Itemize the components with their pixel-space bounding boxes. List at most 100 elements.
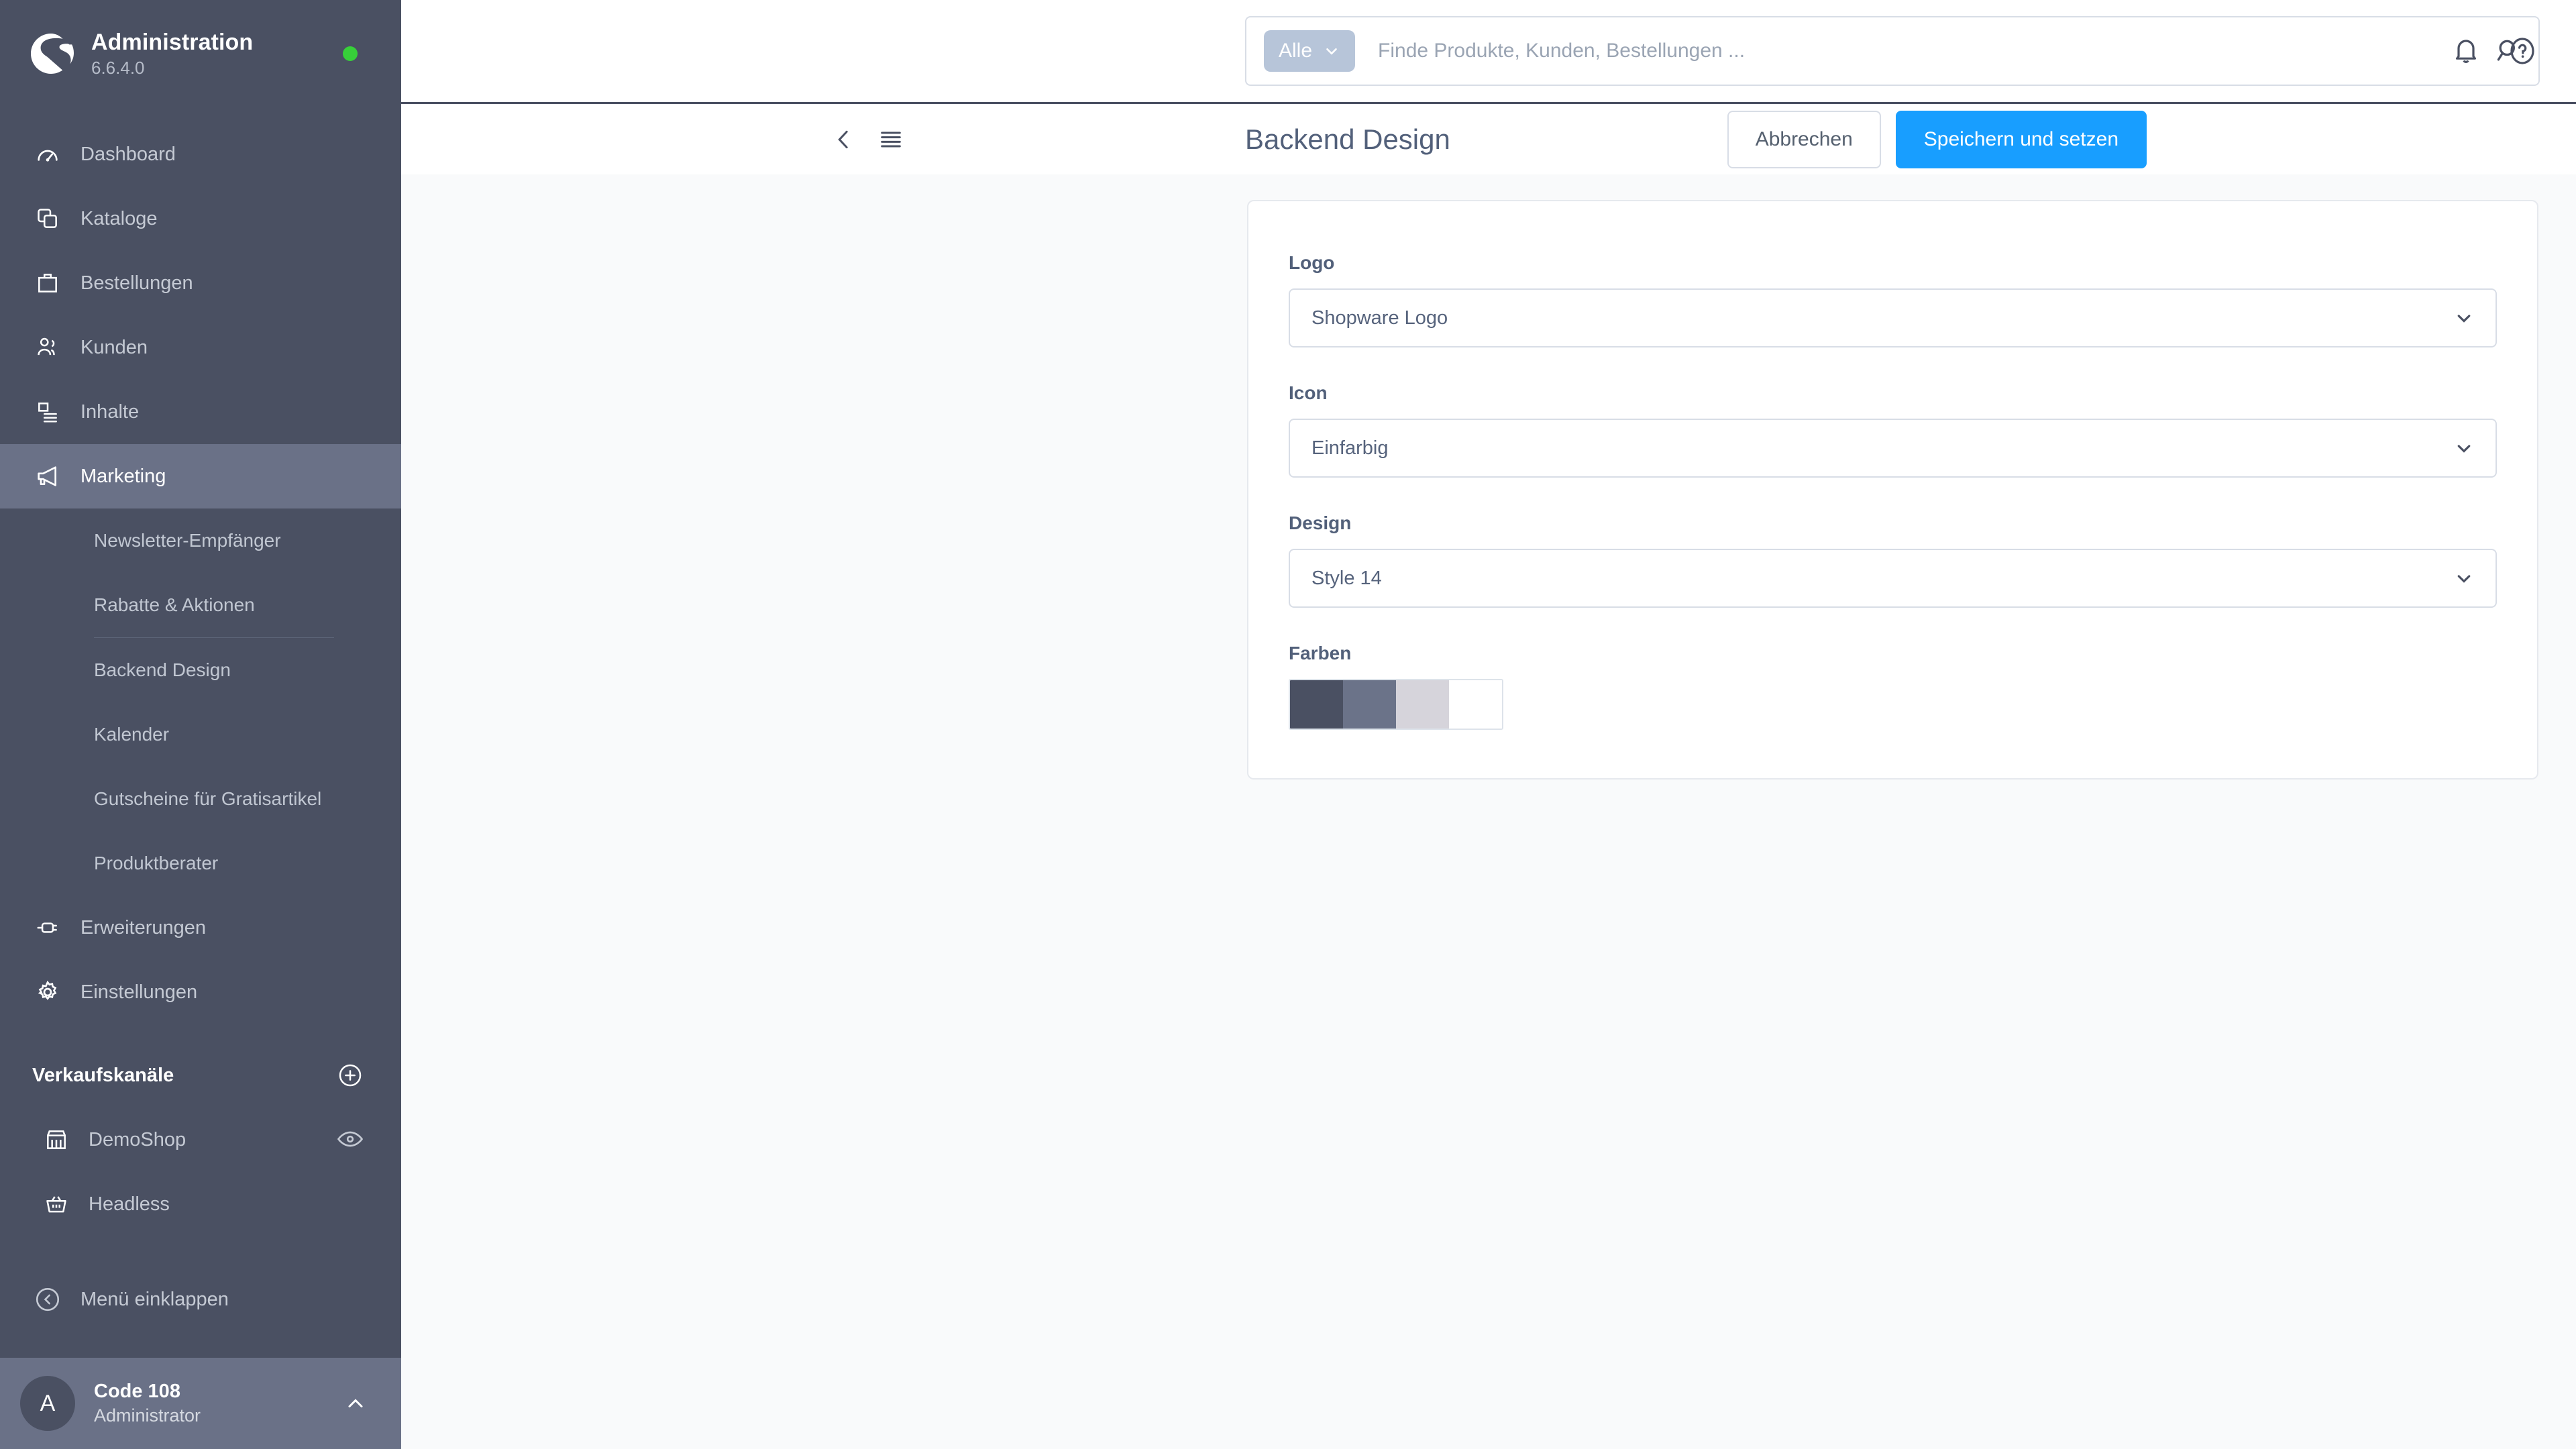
list-menu-icon[interactable] [877, 126, 904, 153]
sidebar-subitem-label: Backend Design [94, 659, 231, 680]
field-design: Design Style 14 [1289, 513, 2497, 608]
page-title: Backend Design [1245, 123, 1450, 155]
cancel-button[interactable]: Abbrechen [1727, 110, 1881, 168]
sidebar-item-einstellungen[interactable]: Einstellungen [0, 960, 401, 1024]
sidebar-item-bestellungen[interactable]: Bestellungen [0, 251, 401, 315]
chevron-up-icon[interactable] [343, 1391, 368, 1415]
sidebar-subitem-rabatte-aktionen[interactable]: Rabatte & Aktionen [0, 573, 401, 637]
topbar: Alle Finde Produkte, Kunden, Bestellunge… [401, 0, 2576, 102]
chevron-left-icon[interactable] [830, 126, 857, 153]
bell-icon[interactable] [2450, 35, 2482, 67]
chevron-down-icon [2453, 437, 2475, 460]
main-area: Alle Finde Produkte, Kunden, Bestellunge… [401, 0, 2576, 1449]
search-scope-label: Alle [1279, 40, 1313, 62]
chevron-left-circle-icon [32, 1284, 63, 1315]
sales-channels-title: Verkaufskanäle [32, 1064, 174, 1086]
collapse-menu-button[interactable]: Menü einklappen [0, 1267, 401, 1332]
dashboard-gauge-icon [32, 139, 63, 170]
page-header-nav [401, 126, 904, 153]
sidebar-subitem-backend-design[interactable]: Backend Design [0, 638, 401, 702]
sidebar-item-erweiterungen[interactable]: Erweiterungen [0, 896, 401, 960]
sidebar-subitem-newsletter-empfaenger[interactable]: Newsletter-Empfänger [0, 508, 401, 573]
global-search[interactable]: Alle Finde Produkte, Kunden, Bestellunge… [1245, 16, 2540, 86]
sidebar-subitem-label: Produktberater [94, 853, 219, 873]
logo-select-value: Shopware Logo [1311, 307, 1448, 329]
sidebar: Administration 6.6.4.0 Dashboard Katalog… [0, 0, 401, 1449]
sidebar-item-dashboard[interactable]: Dashboard [0, 122, 401, 186]
field-label: Farben [1289, 643, 1352, 663]
app-version: 6.6.4.0 [91, 57, 145, 78]
sidebar-item-label: Kunden [80, 336, 148, 358]
icon-select[interactable]: Einfarbig [1289, 419, 2497, 478]
sidebar-item-marketing[interactable]: Marketing [0, 444, 401, 508]
design-select-value: Style 14 [1311, 567, 1382, 589]
logo-select[interactable]: Shopware Logo [1289, 288, 2497, 347]
sidebar-brand[interactable]: Administration 6.6.4.0 [0, 0, 401, 107]
user-footer[interactable]: A Code 108 Administrator [0, 1358, 401, 1449]
field-farben: Farben [1289, 643, 2497, 730]
basket-icon [42, 1189, 71, 1219]
sidebar-item-label: Marketing [80, 465, 166, 487]
sidebar-item-kataloge[interactable]: Kataloge [0, 186, 401, 251]
status-indicator-dot [343, 46, 358, 61]
sidebar-subitem-label: Kalender [94, 724, 170, 745]
design-select[interactable]: Style 14 [1289, 549, 2497, 608]
avatar: A [20, 1376, 75, 1431]
icon-select-value: Einfarbig [1311, 437, 1389, 459]
color-swatch-1 [1290, 680, 1343, 729]
field-logo: Logo Shopware Logo [1289, 252, 2497, 347]
color-swatch-2 [1343, 680, 1396, 729]
user-role: Administrator [94, 1405, 201, 1426]
page-header: Backend Design Abbrechen Speichern und s… [401, 102, 2576, 174]
sidebar-item-inhalte[interactable]: Inhalte [0, 380, 401, 444]
orders-bag-icon [32, 268, 63, 299]
app-title: Administration [91, 29, 254, 55]
chevron-down-icon [2453, 307, 2475, 329]
color-swatch-preview[interactable] [1289, 679, 1503, 730]
page-header-actions: Abbrechen Speichern und setzen [1727, 110, 2147, 168]
user-info: Code 108 Administrator [94, 1379, 343, 1428]
color-swatch-3 [1396, 680, 1449, 729]
extensions-plug-icon [32, 912, 63, 943]
topbar-actions [2450, 35, 2538, 67]
sidebar-subitem-label: Rabatte & Aktionen [94, 594, 255, 615]
brand-text: Administration 6.6.4.0 [91, 29, 253, 78]
settings-gear-icon [32, 977, 63, 1008]
sidebar-subitem-gutscheine-gratisartikel[interactable]: Gutscheine für Gratisartikel [0, 767, 401, 831]
sidebar-item-kunden[interactable]: Kunden [0, 315, 401, 380]
collapse-menu-label: Menü einklappen [80, 1288, 229, 1310]
field-label: Icon [1289, 382, 1328, 403]
sidebar-subitem-produktberater[interactable]: Produktberater [0, 831, 401, 896]
sidebar-item-label: Inhalte [80, 400, 140, 423]
marketing-megaphone-icon [32, 461, 63, 492]
storefront-icon [42, 1125, 71, 1155]
search-scope-dropdown[interactable]: Alle [1264, 30, 1356, 72]
app-root: Administration 6.6.4.0 Dashboard Katalog… [0, 0, 2576, 1449]
sidebar-item-label: Dashboard [80, 143, 176, 165]
sales-channels-header: Verkaufskanäle [0, 1043, 401, 1108]
sales-channel-label: DemoShop [89, 1128, 186, 1150]
field-label: Design [1289, 513, 1352, 533]
shopware-logo-icon [27, 30, 75, 78]
customers-people-icon [32, 332, 63, 363]
sidebar-subitem-label: Newsletter-Empfänger [94, 530, 281, 551]
chevron-down-icon [2453, 567, 2475, 590]
sales-channel-demoshop[interactable]: DemoShop [0, 1108, 401, 1172]
content-document-icon [32, 396, 63, 427]
search-input[interactable]: Finde Produkte, Kunden, Bestellungen ... [1378, 40, 2494, 62]
sidebar-nav: Dashboard Kataloge Bestellungen Kunden I… [0, 107, 401, 1358]
field-icon: Icon Einfarbig [1289, 382, 2497, 478]
sales-channel-headless[interactable]: Headless [0, 1172, 401, 1236]
sidebar-item-label: Einstellungen [80, 981, 198, 1003]
user-name: Code 108 [94, 1380, 180, 1402]
content-area: Logo Shopware Logo Icon Einfarbig Design… [401, 174, 2576, 1449]
sales-channel-label: Headless [89, 1193, 170, 1215]
sidebar-item-label: Bestellungen [80, 272, 193, 294]
color-swatch-4 [1449, 680, 1502, 729]
plus-circle-icon[interactable] [337, 1062, 364, 1089]
sidebar-subitem-kalender[interactable]: Kalender [0, 702, 401, 767]
help-circle-icon[interactable] [2506, 35, 2538, 67]
save-button[interactable]: Speichern und setzen [1895, 110, 2147, 168]
eye-icon[interactable] [337, 1130, 364, 1150]
sidebar-item-label: Kataloge [80, 207, 158, 229]
